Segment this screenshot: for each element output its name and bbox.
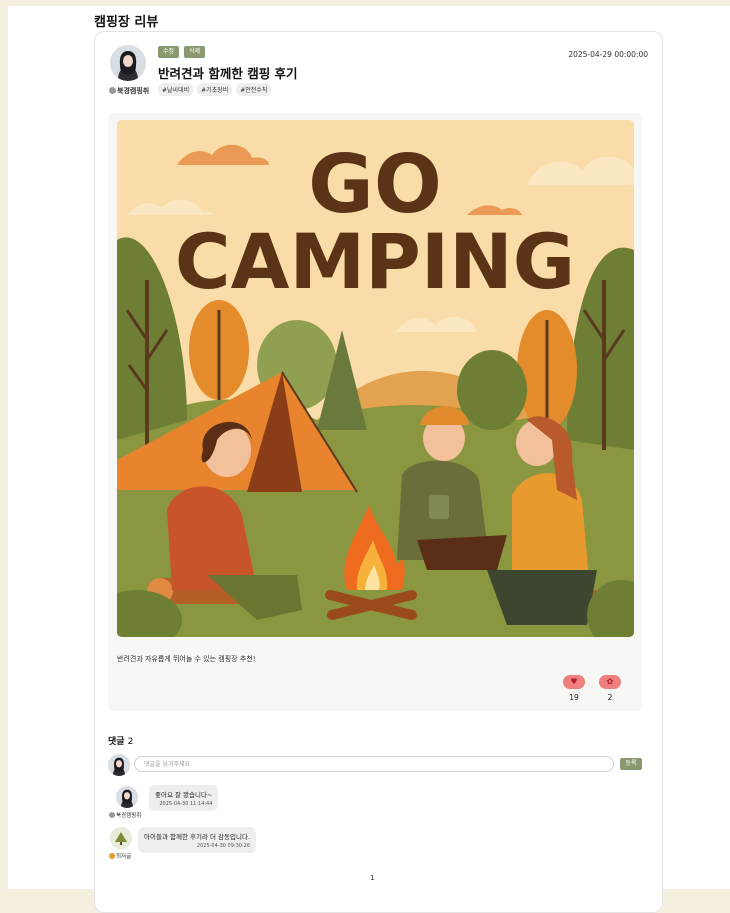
comment-time: 2025-04-30 09:30:26	[196, 843, 251, 849]
tag-list: #날씨대비 #기초장비 #안전수칙	[158, 83, 272, 96]
author-name[interactable]: 북경캠핑취	[109, 86, 149, 96]
comment-author-text: 최저글	[116, 854, 132, 860]
user-icon	[109, 812, 115, 818]
comment-time: 2025-04-30 11:14:44	[159, 801, 213, 807]
comments-header: 댓글 2	[108, 734, 133, 747]
comment-bubble: 좋아요 잘 봤습니다~ 2025-04-30 11:14:44	[149, 785, 219, 811]
edit-button[interactable]: 수정	[158, 46, 180, 58]
author-name-text: 북경캠핑취	[117, 87, 150, 95]
comment-text: 아이들과 함께한 후기라 더 감동입니다.	[144, 833, 251, 841]
post-image: GO CAMPING	[117, 120, 634, 637]
bookmark-count: 2	[607, 693, 613, 702]
tag[interactable]: #기초장비	[197, 83, 233, 96]
comment-author: 북경캠핑취	[109, 811, 141, 819]
post-date: 2025-04-29 00:00:00	[568, 50, 648, 59]
tag[interactable]: #날씨대비	[158, 83, 194, 96]
star-icon: ✿	[606, 677, 614, 686]
tag[interactable]: #안전수칙	[236, 83, 272, 96]
author-avatar[interactable]	[110, 45, 146, 81]
my-avatar	[108, 754, 130, 776]
user-icon	[109, 87, 116, 94]
image-title-line2: CAMPING	[175, 217, 575, 306]
heart-icon: ♥	[570, 677, 578, 686]
like-button[interactable]: ♥	[563, 675, 585, 689]
pagination-page[interactable]: 1	[370, 874, 374, 882]
comment-input[interactable]: 댓글을 남겨주세요.	[134, 756, 614, 772]
comment-author: 최저글	[109, 852, 131, 860]
comment-avatar	[116, 786, 138, 808]
page-title: 캠핑장 리뷰	[94, 15, 159, 30]
comments-count: 2	[127, 737, 134, 747]
comment-submit-button[interactable]: 등록	[620, 758, 642, 770]
post-content: GO CAMPING 반려견과 자유롭게 뛰어놀 수 있는 캠핑장 추천! ♥ …	[108, 113, 642, 711]
comment-avatar	[110, 827, 132, 849]
comment-text: 좋아요 잘 봤습니다~	[155, 791, 213, 799]
comment-author-text: 북경캠핑취	[116, 813, 142, 819]
delete-button[interactable]: 삭제	[184, 46, 206, 58]
comment-bubble: 아이들과 함께한 후기라 더 감동입니다. 2025-04-30 09:30:2…	[138, 827, 257, 853]
comments-label: 댓글	[108, 737, 125, 747]
post-body: 반려견과 자유롭게 뛰어놀 수 있는 캠핑장 추천!	[117, 655, 256, 663]
like-count: 19	[569, 693, 579, 702]
bookmark-button[interactable]: ✿	[599, 675, 621, 689]
post-title: 반려견과 함께한 캠핑 후기	[158, 66, 298, 81]
page: 캠핑장 리뷰 북경캠핑취 수정 삭제 반려견과 함께한 캠핑 후기 2025-0…	[8, 6, 730, 913]
post-card: 북경캠핑취 수정 삭제 반려견과 함께한 캠핑 후기 2025-04-29 00…	[94, 31, 663, 913]
user-icon	[109, 853, 115, 859]
